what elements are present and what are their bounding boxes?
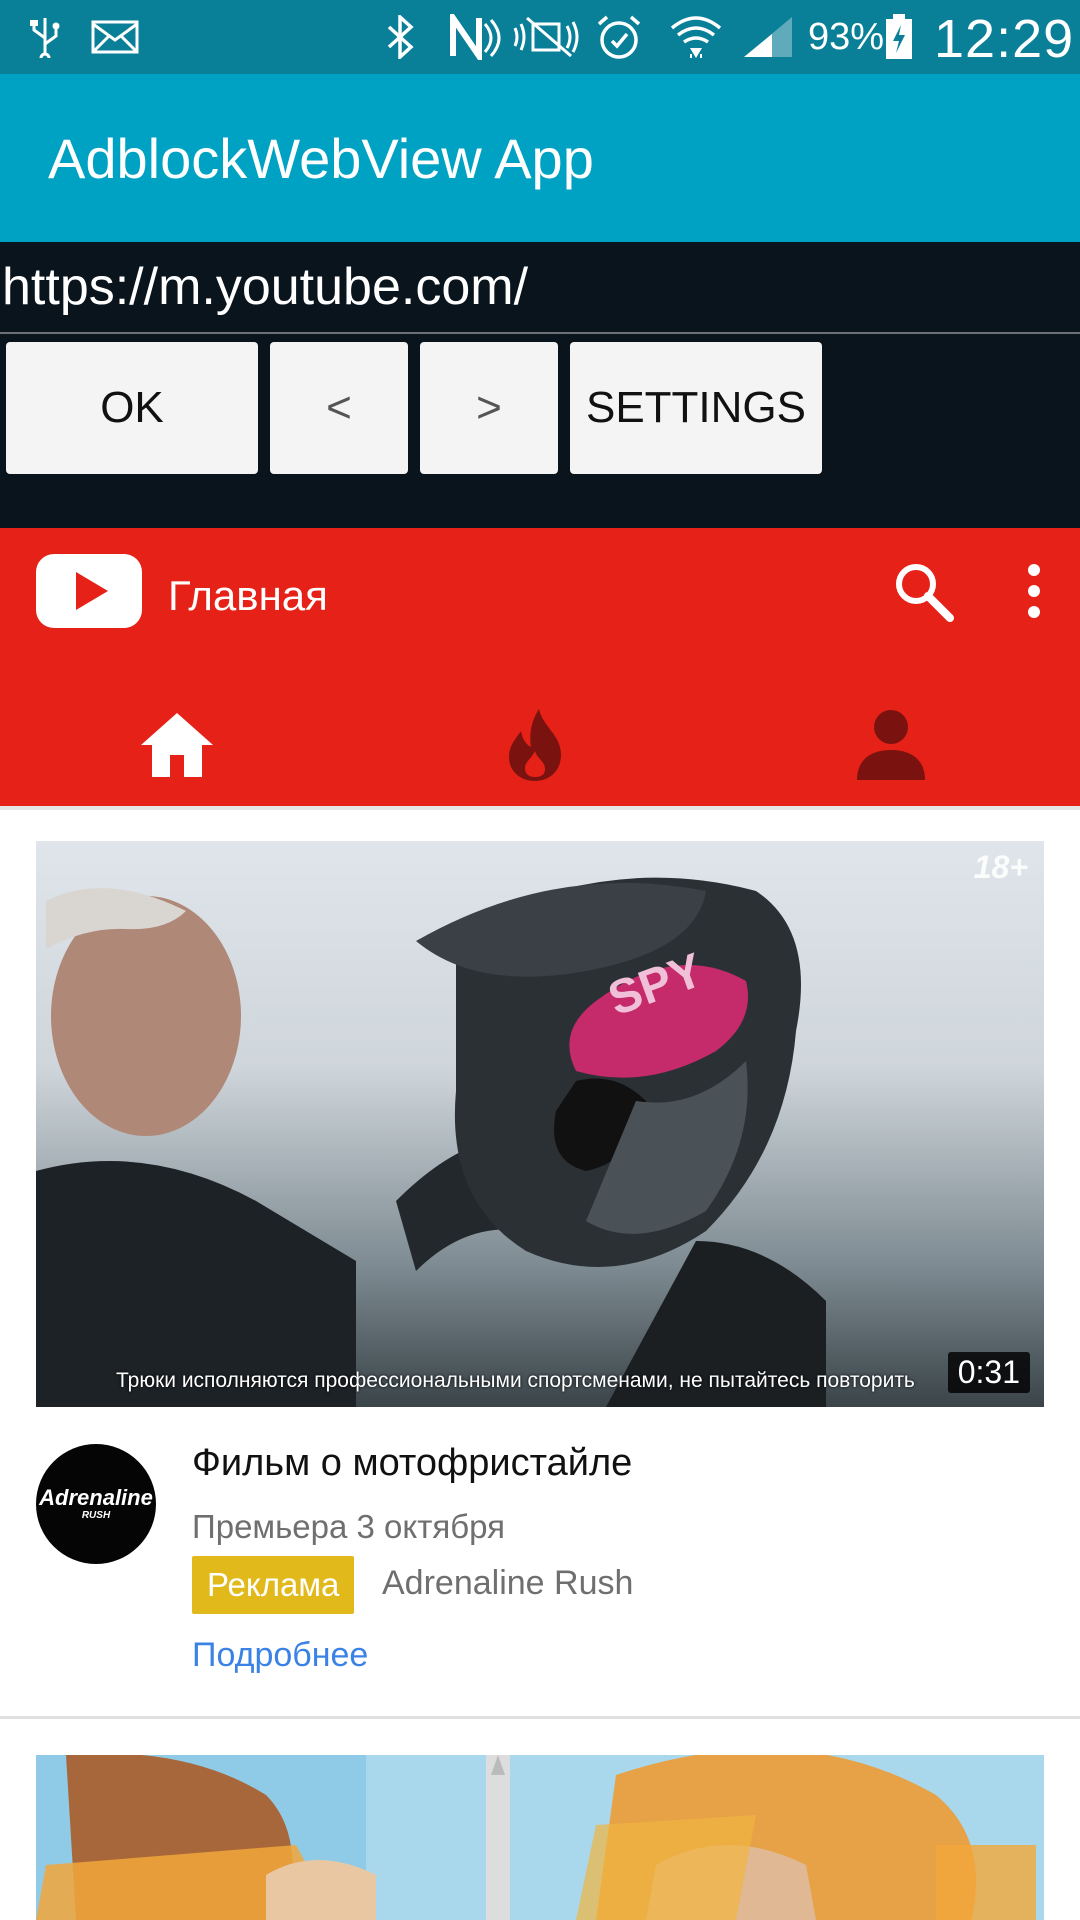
status-bar: 93% 12:29 xyxy=(0,0,1080,74)
age-rating-badge: 18+ xyxy=(973,849,1028,885)
youtube-header: Главная xyxy=(0,528,1080,806)
usb-icon xyxy=(22,14,68,60)
ok-button[interactable]: OK xyxy=(6,342,258,474)
video-meta: Премьера 3 октября xyxy=(192,1508,505,1545)
next-thumbnail-image xyxy=(36,1755,1036,1920)
video-thumbnail[interactable]: SPY 18+ Трюки исполняются профессиональн… xyxy=(36,841,1044,1407)
forward-button[interactable]: > xyxy=(420,342,558,474)
wifi-icon xyxy=(668,14,724,60)
signal-icon xyxy=(740,14,796,60)
app-bar: AdblockWebView App xyxy=(0,74,1080,242)
advertiser-name: Adrenaline Rush xyxy=(382,1564,634,1602)
video-subtitle: Трюки исполняются профессиональными спор… xyxy=(116,1369,915,1392)
search-icon[interactable] xyxy=(890,558,956,624)
clock: 12:29 xyxy=(934,9,1075,69)
more-options-icon[interactable] xyxy=(1016,558,1052,624)
nfc-icon xyxy=(448,14,502,60)
account-icon[interactable] xyxy=(836,690,946,800)
channel-logo-subtext: RUSH xyxy=(81,1510,111,1521)
battery-charging-icon xyxy=(882,14,916,60)
app-title: AdblockWebView App xyxy=(48,127,594,190)
video-duration: 0:31 xyxy=(947,1352,1030,1393)
back-button[interactable]: < xyxy=(270,342,408,474)
next-video-thumbnail[interactable] xyxy=(36,1755,1044,1920)
youtube-page-title: Главная xyxy=(168,572,328,619)
video-title[interactable]: Фильм о мотофристайле xyxy=(192,1442,632,1485)
settings-button[interactable]: SETTINGS xyxy=(570,342,822,474)
header-divider xyxy=(0,806,1080,810)
trending-icon[interactable] xyxy=(480,690,590,800)
browser-controls: OK < > SETTINGS xyxy=(0,242,1080,528)
url-input[interactable] xyxy=(0,242,1080,334)
home-icon[interactable] xyxy=(122,690,232,800)
alarm-icon xyxy=(594,14,644,60)
learn-more-link[interactable]: Подробнее xyxy=(192,1636,368,1675)
thumbnail-image: SPY xyxy=(36,877,826,1407)
card-divider xyxy=(0,1716,1080,1719)
battery-percent: 93% xyxy=(808,16,885,58)
channel-logo-text: Adrenaline xyxy=(39,1485,153,1510)
mute-icon xyxy=(510,14,586,60)
ad-badge: Реклама xyxy=(192,1556,355,1614)
channel-avatar[interactable]: Adrenaline RUSH xyxy=(36,1444,156,1564)
bluetooth-icon xyxy=(380,14,420,60)
mail-icon xyxy=(90,14,140,60)
youtube-logo-icon[interactable] xyxy=(36,554,142,628)
